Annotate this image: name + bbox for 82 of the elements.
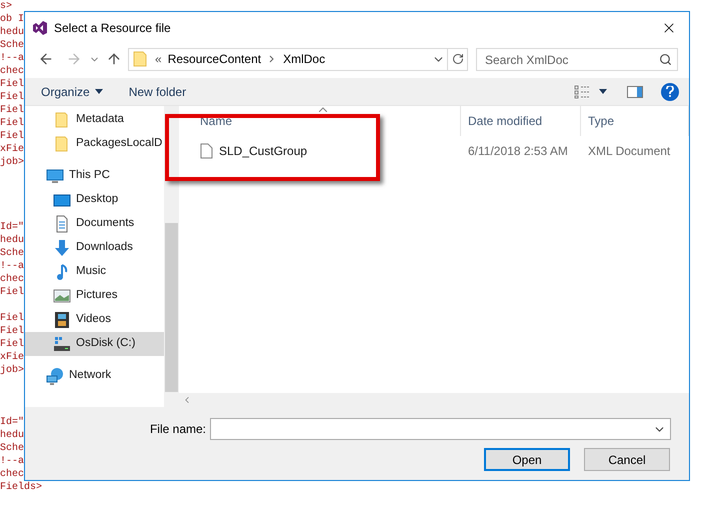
window-title: Select a Resource file <box>54 20 171 37</box>
code-line: !--a <box>0 52 24 65</box>
code-line: !--a <box>0 455 24 468</box>
code-line: ob I <box>0 13 24 26</box>
organize-menu-button[interactable]: Organize <box>33 80 111 104</box>
computer-icon <box>46 167 64 185</box>
preview-pane-icon <box>627 86 643 98</box>
code-line: Fiel <box>0 78 24 91</box>
date-modified-cell-text: 6/11/2018 2:53 AM <box>467 143 569 160</box>
search-icon <box>659 52 672 66</box>
code-line: s> <box>0 0 12 13</box>
code-line: Fiel <box>0 130 24 143</box>
sidebar-item[interactable]: Videos <box>25 308 164 332</box>
code-line: chec <box>0 273 24 286</box>
file-name-label: File name: <box>150 421 206 438</box>
code-line: Id=" <box>0 221 24 234</box>
film-icon <box>53 311 71 329</box>
code-line: Fiel <box>0 91 24 104</box>
search-field[interactable]: Search XmlDoc <box>476 48 678 71</box>
code-line: hedu <box>0 429 24 442</box>
right-arrow-icon <box>66 51 82 67</box>
breadcrumb-chevron-icon <box>268 55 276 63</box>
dialog-button[interactable]: Cancel <box>584 448 670 471</box>
dialog-button[interactable]: Open <box>484 448 570 471</box>
code-line: hedu <box>0 26 24 39</box>
network-icon <box>46 367 64 385</box>
code-line: chec <box>0 468 24 481</box>
refresh-icon <box>452 53 464 65</box>
type-cell-text: XML Document <box>587 143 670 160</box>
caret-icon <box>94 89 103 94</box>
sidebar-scrollbar[interactable] <box>164 106 179 407</box>
help-button[interactable] <box>661 82 679 100</box>
sidebar-item[interactable]: OsDisk (C:) <box>25 332 164 356</box>
code-line: Sche <box>0 247 24 260</box>
code-line: !--a <box>0 260 24 273</box>
breadcrumb-segment[interactable]: ResourceContent <box>168 50 262 68</box>
sidebar-item[interactable]: PackagesLocalD <box>25 132 164 156</box>
address-overflow: « <box>155 51 162 68</box>
file-icon <box>200 143 213 159</box>
code-line: job> <box>0 364 24 377</box>
code-line: hedu <box>0 234 24 247</box>
sidebar-item[interactable]: This PC <box>25 164 164 188</box>
sidebar-item[interactable]: Desktop <box>25 188 164 212</box>
sidebar-item[interactable]: Network <box>25 364 164 388</box>
code-line: Id=" <box>0 416 24 429</box>
code-line: Sche <box>0 39 24 52</box>
breadcrumb-segment[interactable]: XmlDoc <box>283 50 326 68</box>
column-header[interactable]: Name <box>179 106 461 136</box>
folder-icon <box>133 51 147 67</box>
code-line: Fiel <box>0 104 24 117</box>
sidebar-item[interactable]: Pictures <box>25 284 164 308</box>
sort-ascending-icon <box>319 107 327 112</box>
code-line: Fiel <box>0 117 24 130</box>
question-mark-icon <box>666 86 674 97</box>
caret-icon <box>599 89 607 94</box>
file-name-field[interactable] <box>210 418 671 440</box>
app-logo-icon <box>32 20 48 36</box>
sidebar-item[interactable]: Documents <box>25 212 164 236</box>
code-line: xFie <box>0 143 24 156</box>
code-line: Fiel <box>0 338 24 351</box>
code-line: Fields> <box>0 481 42 494</box>
column-header[interactable]: Type <box>581 106 689 136</box>
image-icon <box>53 287 71 305</box>
download-arrow-icon <box>53 239 71 257</box>
code-line: chec <box>0 65 24 78</box>
sidebar-item[interactable]: Music <box>25 260 164 284</box>
code-line: Sche <box>0 442 24 455</box>
scrollbar-thumb[interactable] <box>165 223 178 392</box>
new-folder-button[interactable]: New folder <box>120 80 194 104</box>
code-line: xFie <box>0 351 24 364</box>
column-header[interactable]: Date modified <box>461 106 581 136</box>
code-line: Fiel <box>0 286 24 299</box>
drive-icon <box>53 335 71 353</box>
address-bar[interactable]: « ResourceContent XmlDoc <box>128 48 468 70</box>
sidebar-item[interactable]: Metadata <box>25 108 164 132</box>
code-line: Fiel <box>0 312 24 325</box>
file-row[interactable]: SLD_CustGroup 6/11/2018 2:53 AM XML Document <box>179 136 689 166</box>
sidebar-item[interactable]: Downloads <box>25 236 164 260</box>
file-name: SLD_CustGroup <box>219 143 308 160</box>
code-line: Fiel <box>0 325 24 338</box>
code-line: job> <box>0 156 24 169</box>
details-view-icon <box>574 84 591 98</box>
